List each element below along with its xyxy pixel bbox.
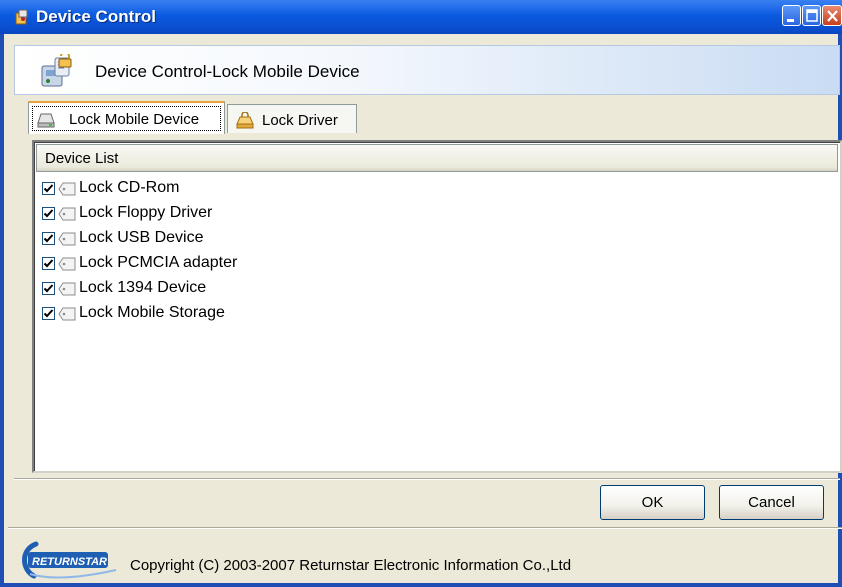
checkmark-icon: [43, 284, 54, 293]
checkbox[interactable]: [42, 307, 55, 320]
checkmark-icon: [43, 209, 54, 218]
checkbox[interactable]: [42, 207, 55, 220]
tab-lock-mobile-device[interactable]: Lock Mobile Device: [28, 101, 225, 134]
cancel-button[interactable]: Cancel: [719, 485, 824, 520]
device-lock-icon: [39, 51, 75, 88]
list-item-label: Lock 1394 Device: [79, 279, 207, 296]
title-bar[interactable]: Device Control: [0, 0, 842, 34]
maximize-button[interactable]: [802, 5, 821, 26]
tab-label: Lock Driver: [262, 112, 338, 129]
device-tag-icon: [58, 306, 78, 322]
drive-icon: [36, 110, 56, 128]
svg-text:RETURNSTAR: RETURNSTAR: [32, 556, 107, 568]
list-item-label: Lock Floppy Driver: [79, 204, 213, 221]
minimize-icon: [787, 19, 794, 22]
tab-lock-driver[interactable]: Lock Driver: [227, 104, 357, 133]
divider: [8, 527, 842, 529]
column-header-label: Device List: [45, 150, 119, 167]
checkbox[interactable]: [42, 257, 55, 270]
returnstar-logo: RETURNSTAR: [20, 540, 124, 582]
close-button[interactable]: [822, 5, 842, 26]
list-item-label: Lock USB Device: [79, 229, 204, 246]
list-item-label: Lock CD-Rom: [79, 179, 180, 196]
lock-drive-icon: [235, 111, 255, 130]
maximize-icon: [806, 9, 818, 22]
close-icon: [827, 10, 838, 22]
list-item-label: Lock PCMCIA adapter: [79, 254, 238, 271]
checkmark-icon: [43, 234, 54, 243]
dialog-header-title: Device Control-Lock Mobile Device: [95, 62, 360, 81]
device-control-window: Device Control Device Control-Lock Mobil…: [0, 0, 842, 587]
checkbox[interactable]: [42, 282, 55, 295]
minimize-button[interactable]: [782, 5, 801, 26]
checkmark-icon: [43, 309, 54, 318]
list-item-label: Lock Mobile Storage: [79, 304, 225, 321]
checkmark-icon: [43, 259, 54, 268]
device-list-panel: Device List Lock CD-Rom Lock Floppy Driv…: [32, 140, 842, 473]
checkmark-icon: [43, 184, 54, 193]
dialog-header: Device Control-Lock Mobile Device: [14, 45, 840, 95]
device-tag-icon: [58, 281, 78, 297]
copyright-text: Copyright (C) 2003-2007 Returnstar Elect…: [130, 557, 572, 574]
divider: [14, 478, 840, 480]
checkbox[interactable]: [42, 232, 55, 245]
ok-button[interactable]: OK: [600, 485, 705, 520]
checkbox[interactable]: [42, 182, 55, 195]
device-tag-icon: [58, 181, 78, 197]
window-title: Device Control: [36, 7, 156, 26]
tab-label: Lock Mobile Device: [69, 111, 200, 128]
app-icon: [14, 9, 30, 25]
device-list-column-header[interactable]: Device List: [36, 144, 838, 172]
device-tag-icon: [58, 206, 78, 222]
device-tag-icon: [58, 231, 78, 247]
device-tag-icon: [58, 256, 78, 272]
